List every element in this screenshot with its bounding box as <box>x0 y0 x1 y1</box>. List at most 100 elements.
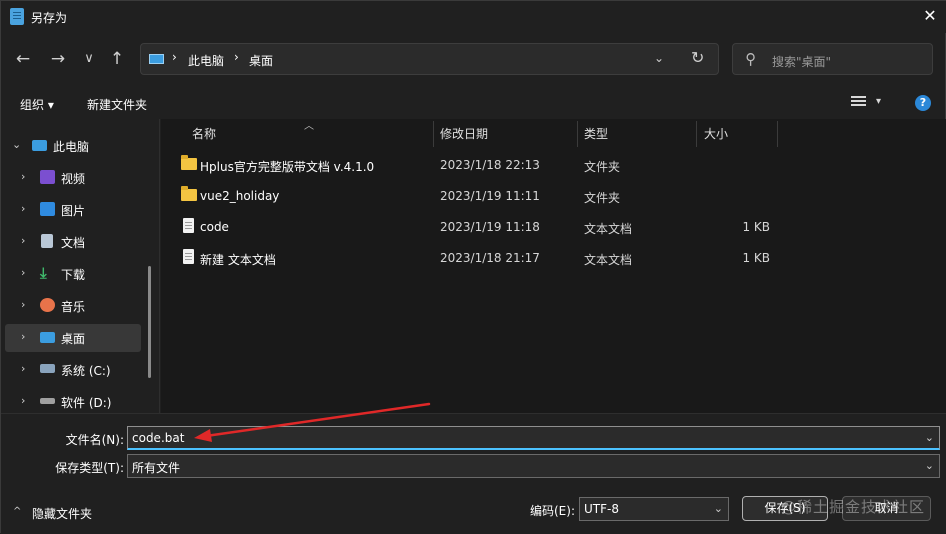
sidebar-item-drive-d[interactable]: › 软件 (D:) <box>1 388 141 413</box>
filename-value[interactable]: code.bat <box>132 431 184 445</box>
forward-arrow-icon[interactable]: → <box>47 48 69 70</box>
sidebar-item-desktop[interactable]: › 桌面 <box>5 324 141 352</box>
sidebar-item-label: 此电脑 <box>53 140 90 154</box>
music-icon <box>40 298 55 312</box>
chevron-down-icon[interactable]: ⌄ <box>654 51 664 65</box>
sidebar-item-downloads[interactable]: › ⤓ 下载 <box>1 260 141 288</box>
sidebar-item-videos[interactable]: › 视频 <box>1 164 141 192</box>
encoding-select[interactable]: UTF-8 ⌄ <box>579 497 729 521</box>
sidebar-item-label: 系统 (C:) <box>61 364 111 378</box>
breadcrumb-desktop[interactable]: 桌面 <box>249 52 273 69</box>
sidebar-item-label: 下载 <box>61 268 86 282</box>
save-options-panel: 文件名(N): code.bat ⌄ 保存类型(T): 所有文件 ⌄ ^ 隐藏文… <box>1 413 946 534</box>
breadcrumb-chevron-icon[interactable]: › <box>172 50 177 64</box>
text-file-icon <box>183 218 194 233</box>
close-icon[interactable]: ✕ <box>919 5 941 27</box>
sidebar-item-documents[interactable]: › 文档 <box>1 228 141 256</box>
view-dropdown-caret-icon[interactable]: ▾ <box>876 96 881 107</box>
up-arrow-icon[interactable]: ↑ <box>106 48 128 70</box>
sidebar-item-music[interactable]: › 音乐 <box>1 292 141 320</box>
view-options-icon[interactable] <box>851 95 867 109</box>
window-title: 另存为 <box>31 11 68 25</box>
sidebar-item-label: 图片 <box>61 204 86 218</box>
drive-d-icon <box>40 398 55 404</box>
column-divider[interactable] <box>777 121 778 147</box>
file-type: 文本文档 <box>584 253 633 267</box>
video-icon <box>40 170 55 184</box>
recent-locations-chevron-icon[interactable]: ∨ <box>78 48 100 70</box>
search-icon: ⚲ <box>745 50 756 68</box>
organize-menu-button[interactable]: 组织 ▾ <box>20 96 54 113</box>
chevron-down-icon[interactable]: ⌄ <box>925 459 934 472</box>
chevron-right-icon[interactable]: › <box>21 266 25 279</box>
file-row[interactable]: Hplus官方完整版带文档 v.4.1.0 2023/1/18 22:13 文件… <box>161 150 946 181</box>
sidebar-item-label: 桌面 <box>61 332 86 346</box>
encoding-label: 编码(E): <box>530 504 575 518</box>
chevron-down-icon[interactable]: ⌄ <box>12 138 21 151</box>
file-type: 文件夹 <box>584 191 621 205</box>
filename-input[interactable]: code.bat ⌄ <box>127 426 940 450</box>
column-divider[interactable] <box>696 121 697 147</box>
chevron-down-icon[interactable]: ⌄ <box>714 502 723 515</box>
picture-icon <box>40 202 55 216</box>
sidebar-item-label: 软件 (D:) <box>61 396 112 410</box>
breadcrumb-chevron-icon[interactable]: › <box>234 50 239 64</box>
file-size: 1 KB <box>742 251 770 265</box>
refresh-icon[interactable]: ↻ <box>691 48 704 67</box>
file-row[interactable]: 新建 文本文档 2023/1/18 21:17 文本文档 1 KB <box>161 243 946 274</box>
filename-label: 文件名(N): <box>65 433 124 447</box>
chevron-right-icon[interactable]: › <box>21 234 25 247</box>
file-name: vue2_holiday <box>200 189 280 203</box>
chevron-right-icon[interactable]: › <box>21 170 25 183</box>
pc-icon <box>149 54 164 64</box>
file-row[interactable]: vue2_holiday 2023/1/19 11:11 文件夹 <box>161 181 946 212</box>
sidebar-item-label: 音乐 <box>61 300 86 314</box>
back-arrow-icon[interactable]: ← <box>12 48 34 70</box>
sidebar-item-this-pc[interactable]: ⌄ 此电脑 <box>1 132 141 160</box>
file-size: 1 KB <box>742 220 770 234</box>
file-name: Hplus官方完整版带文档 v.4.1.0 <box>200 160 375 174</box>
help-icon[interactable]: ? <box>915 95 931 111</box>
column-header-type[interactable]: 类型 <box>584 125 608 142</box>
filetype-select[interactable]: 所有文件 ⌄ <box>127 454 940 478</box>
hide-folders-toggle[interactable]: 隐藏文件夹 <box>32 505 92 522</box>
sidebar-item-pictures[interactable]: › 图片 <box>1 196 141 224</box>
search-placeholder[interactable]: 搜索"桌面" <box>772 53 831 70</box>
chevron-right-icon[interactable]: › <box>21 298 25 311</box>
file-type: 文件夹 <box>584 160 621 174</box>
file-type: 文本文档 <box>584 222 633 236</box>
file-name: code <box>200 220 229 234</box>
chevron-right-icon[interactable]: › <box>21 330 25 343</box>
save-as-dialog: 另存为 ✕ ← → ∨ ↑ › 此电脑 › 桌面 ⌄ ↻ ⚲ 搜索"桌面" 组织… <box>0 0 946 534</box>
folder-icon <box>181 186 197 201</box>
encoding-value: UTF-8 <box>584 502 619 516</box>
collapse-chevron-icon[interactable]: ^ <box>13 506 21 517</box>
desktop-icon <box>40 332 55 343</box>
breadcrumb-this-pc[interactable]: 此电脑 <box>188 52 224 69</box>
column-header-size[interactable]: 大小 <box>704 125 728 142</box>
chevron-down-icon[interactable]: ⌄ <box>925 431 934 444</box>
sort-ascending-icon: ︿ <box>304 121 314 132</box>
column-divider[interactable] <box>433 121 434 147</box>
column-header-name[interactable]: 名称 <box>192 125 216 142</box>
sidebar-item-label: 文档 <box>61 236 86 250</box>
search-box[interactable]: ⚲ 搜索"桌面" <box>732 43 933 75</box>
drive-c-icon <box>40 364 55 373</box>
download-icon: ⤓ <box>40 264 47 282</box>
sidebar-item-drive-c[interactable]: › 系统 (C:) <box>1 356 141 384</box>
title-bar: 另存为 ✕ <box>1 1 946 33</box>
navigation-pane: ⌄ 此电脑 › 视频 › 图片 › 文档 › ⤓ 下载 › 音乐 › 桌面 › … <box>1 119 159 413</box>
file-row[interactable]: code 2023/1/19 11:18 文本文档 1 KB <box>161 212 946 243</box>
address-bar[interactable]: › 此电脑 › 桌面 ⌄ ↻ <box>140 43 719 75</box>
new-folder-button[interactable]: 新建文件夹 <box>87 96 147 113</box>
filetype-value: 所有文件 <box>132 461 181 475</box>
column-divider[interactable] <box>577 121 578 147</box>
file-name: 新建 文本文档 <box>200 253 276 267</box>
column-header-date[interactable]: 修改日期 <box>440 125 488 142</box>
chevron-right-icon[interactable]: › <box>21 362 25 375</box>
file-date: 2023/1/19 11:11 <box>440 189 540 203</box>
file-list: ︿ 名称 修改日期 类型 大小 Hplus官方完整版带文档 v.4.1.0 20… <box>161 119 946 413</box>
chevron-right-icon[interactable]: › <box>21 394 25 407</box>
sidebar-scrollbar[interactable] <box>148 266 151 378</box>
chevron-right-icon[interactable]: › <box>21 202 25 215</box>
